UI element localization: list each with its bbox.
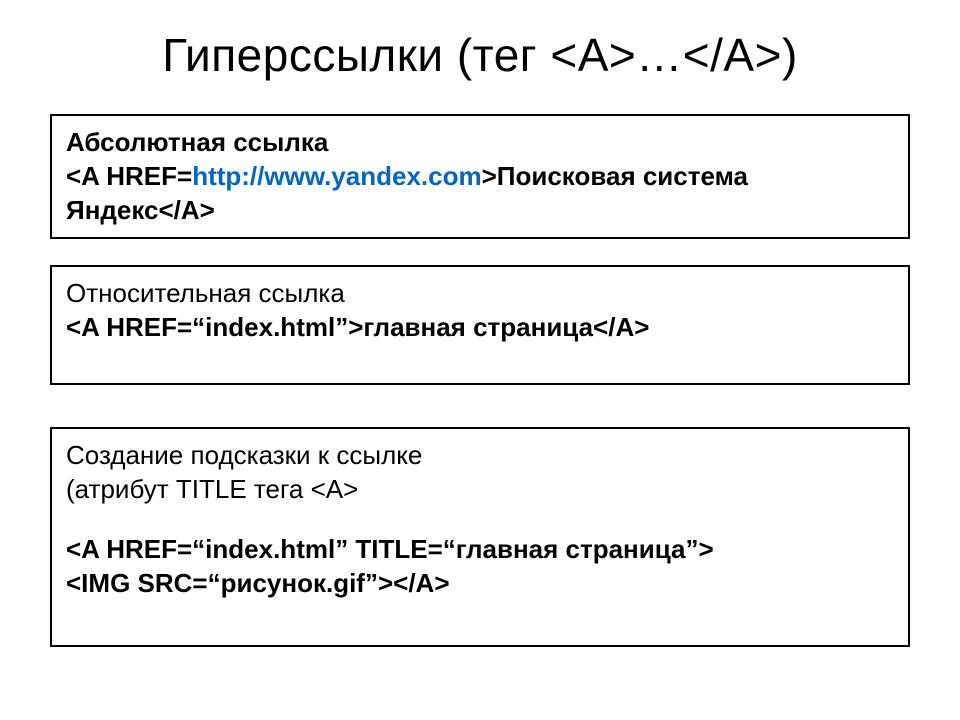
slide: Гиперссылки (тег <A>…</A>) Абсолютная сс… — [0, 0, 960, 720]
box3-code1: <A HREF=“index.html” TITLE=“главная стра… — [66, 533, 894, 567]
box1-code-before: <A HREF= — [66, 161, 192, 191]
box-relative-link: Относительная ссылка <A HREF=“index.html… — [50, 265, 910, 385]
box3-code2: <IMG SRC=“рисунок.gif”></A> — [66, 567, 894, 601]
box1-code: <A HREF=http://www.yandex.com>Поисковая … — [66, 160, 894, 228]
box3-line1: Создание подсказки к ссылке — [66, 439, 894, 473]
box-title-attribute: Создание подсказки к ссылке (атрибут TIT… — [50, 427, 910, 647]
box-absolute-link: Абсолютная ссылка <A HREF=http://www.yan… — [50, 114, 910, 239]
box1-code-url: http://www.yandex.com — [192, 161, 481, 191]
box1-heading: Абсолютная ссылка — [66, 126, 894, 160]
box2-code: <A HREF=“index.html”>главная страница</A… — [66, 311, 894, 345]
box2-heading: Относительная ссылка — [66, 277, 894, 311]
spacer — [66, 507, 894, 533]
box3-line2: (атрибут TITLE тега <A> — [66, 473, 894, 507]
slide-title: Гиперссылки (тег <A>…</A>) — [50, 28, 910, 82]
